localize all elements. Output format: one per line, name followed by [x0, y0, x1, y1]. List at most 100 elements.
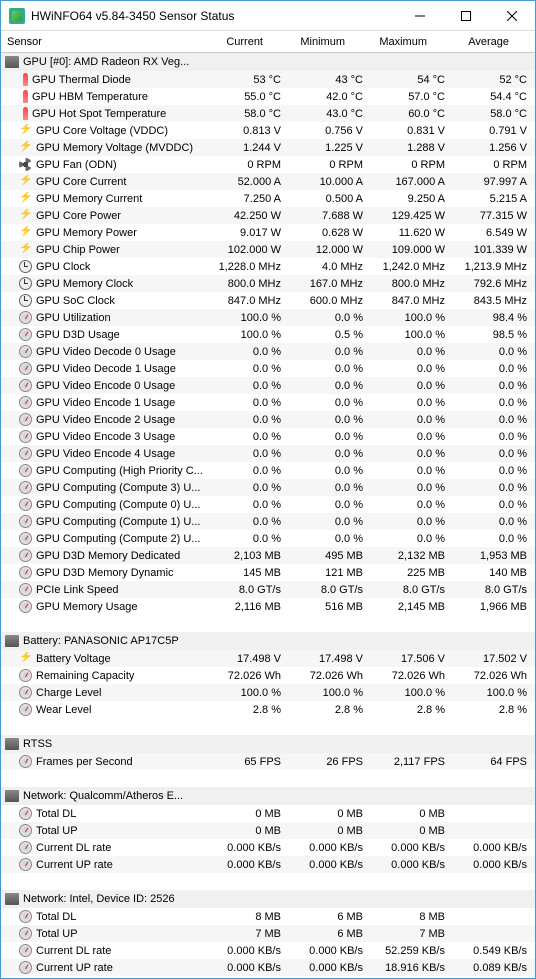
- sensor-list[interactable]: GPU [#0]: AMD Radeon RX Veg...GPU Therma…: [1, 53, 535, 977]
- sensor-row[interactable]: GPU D3D Memory Dedicated2,103 MB495 MB2,…: [1, 547, 535, 564]
- sensor-row[interactable]: GPU Thermal Diode53 °C43 °C54 °C52 °C: [1, 71, 535, 88]
- dash-icon: [19, 910, 32, 923]
- value-average: 0.791 V: [453, 125, 535, 137]
- sensor-row[interactable]: GPU Video Encode 0 Usage0.0 %0.0 %0.0 %0…: [1, 377, 535, 394]
- value-minimum: 0.0 %: [289, 380, 371, 392]
- value-maximum: 1,242.0 MHz: [371, 261, 453, 273]
- sensor-row[interactable]: GPU Computing (Compute 1) U...0.0 %0.0 %…: [1, 513, 535, 530]
- sensor-label: GPU Video Decode 1 Usage: [36, 363, 176, 375]
- sensor-row[interactable]: GPU Utilization100.0 %0.0 %100.0 %98.4 %: [1, 309, 535, 326]
- sensor-row[interactable]: GPU Memory Voltage (MVDDC)1.244 V1.225 V…: [1, 139, 535, 156]
- sensor-row[interactable]: GPU Computing (High Priority C...0.0 %0.…: [1, 462, 535, 479]
- sensor-row[interactable]: GPU Chip Power102.000 W12.000 W109.000 W…: [1, 241, 535, 258]
- dash-icon: [19, 686, 32, 699]
- sensor-row[interactable]: Total DL0 MB0 MB0 MB: [1, 805, 535, 822]
- value-maximum: 0.0 %: [371, 499, 453, 511]
- value-current: 100.0 %: [207, 329, 289, 341]
- value-current: 42.250 W: [207, 210, 289, 222]
- sensor-row[interactable]: GPU Core Voltage (VDDC)0.813 V0.756 V0.8…: [1, 122, 535, 139]
- col-average[interactable]: Average: [435, 36, 517, 48]
- sensor-row[interactable]: GPU Core Current52.000 A10.000 A167.000 …: [1, 173, 535, 190]
- value-current: 0.0 %: [207, 397, 289, 409]
- col-minimum[interactable]: Minimum: [271, 36, 353, 48]
- sensor-row[interactable]: GPU Hot Spot Temperature58.0 °C43.0 °C60…: [1, 105, 535, 122]
- col-sensor[interactable]: Sensor: [1, 36, 189, 48]
- sensor-row[interactable]: GPU Computing (Compute 2) U...0.0 %0.0 %…: [1, 530, 535, 547]
- fan-icon: [19, 158, 32, 171]
- value-current: 1.244 V: [207, 142, 289, 154]
- value-current: 58.0 °C: [207, 108, 289, 120]
- sensor-row[interactable]: GPU Memory Usage2,116 MB516 MB2,145 MB1,…: [1, 598, 535, 615]
- value-maximum: 2,145 MB: [371, 601, 453, 613]
- sensor-row[interactable]: GPU Memory Current7.250 A0.500 A9.250 A5…: [1, 190, 535, 207]
- sensor-row[interactable]: Current DL rate0.000 KB/s0.000 KB/s0.000…: [1, 839, 535, 856]
- value-minimum: 17.498 V: [289, 653, 371, 665]
- sensor-row[interactable]: GPU D3D Usage100.0 %0.5 %100.0 %98.5 %: [1, 326, 535, 343]
- value-current: 55.0 °C: [207, 91, 289, 103]
- sensor-row[interactable]: Remaining Capacity72.026 Wh72.026 Wh72.0…: [1, 667, 535, 684]
- value-minimum: 495 MB: [289, 550, 371, 562]
- value-average: 52 °C: [453, 74, 535, 86]
- maximize-button[interactable]: [443, 1, 489, 30]
- sensor-row[interactable]: GPU SoC Clock847.0 MHz600.0 MHz847.0 MHz…: [1, 292, 535, 309]
- group-header[interactable]: Network: Intel, Device ID: 2526: [1, 890, 535, 908]
- sensor-row[interactable]: Total UP7 MB6 MB7 MB: [1, 925, 535, 942]
- close-button[interactable]: [489, 1, 535, 30]
- sensor-row[interactable]: Charge Level100.0 %100.0 %100.0 %100.0 %: [1, 684, 535, 701]
- column-headers[interactable]: Sensor Current Minimum Maximum Average: [1, 31, 535, 53]
- sensor-row[interactable]: GPU Computing (Compute 3) U...0.0 %0.0 %…: [1, 479, 535, 496]
- sensor-row[interactable]: GPU Memory Power9.017 W0.628 W11.620 W6.…: [1, 224, 535, 241]
- value-current: 7.250 A: [207, 193, 289, 205]
- sensor-row[interactable]: GPU Video Decode 0 Usage0.0 %0.0 %0.0 %0…: [1, 343, 535, 360]
- titlebar[interactable]: HWiNFO64 v5.84-3450 Sensor Status: [1, 1, 535, 31]
- group-header[interactable]: GPU [#0]: AMD Radeon RX Veg...: [1, 53, 535, 71]
- value-minimum: 0.628 W: [289, 227, 371, 239]
- group-header[interactable]: Network: Qualcomm/Atheros E...: [1, 787, 535, 805]
- sensor-row[interactable]: GPU D3D Memory Dynamic145 MB121 MB225 MB…: [1, 564, 535, 581]
- sensor-row[interactable]: GPU Video Encode 2 Usage0.0 %0.0 %0.0 %0…: [1, 411, 535, 428]
- col-maximum[interactable]: Maximum: [353, 36, 435, 48]
- sensor-row[interactable]: Current UP rate0.000 KB/s0.000 KB/s18.91…: [1, 959, 535, 976]
- sensor-row[interactable]: GPU Core Power42.250 W7.688 W129.425 W77…: [1, 207, 535, 224]
- group-header[interactable]: RTSS: [1, 735, 535, 753]
- sensor-row[interactable]: GPU Fan (ODN)0 RPM0 RPM0 RPM0 RPM: [1, 156, 535, 173]
- sensor-row[interactable]: GPU HBM Temperature55.0 °C42.0 °C57.0 °C…: [1, 88, 535, 105]
- sensor-label: GPU Computing (Compute 2) U...: [36, 533, 200, 545]
- value-minimum: 6 MB: [289, 911, 371, 923]
- sensor-label: GPU Video Encode 1 Usage: [36, 397, 175, 409]
- value-maximum: 17.506 V: [371, 653, 453, 665]
- sensor-row[interactable]: Frames per Second65 FPS26 FPS2,117 FPS64…: [1, 753, 535, 770]
- sensor-row[interactable]: GPU Video Decode 1 Usage0.0 %0.0 %0.0 %0…: [1, 360, 535, 377]
- col-current[interactable]: Current: [189, 36, 271, 48]
- sensor-row[interactable]: Total DL8 MB6 MB8 MB: [1, 908, 535, 925]
- sensor-row[interactable]: Current DL rate0.000 KB/s0.000 KB/s52.25…: [1, 942, 535, 959]
- dash-icon: [19, 703, 32, 716]
- sensor-label: GPU Computing (High Priority C...: [36, 465, 203, 477]
- minimize-button[interactable]: [397, 1, 443, 30]
- value-minimum: 0.000 KB/s: [289, 962, 371, 974]
- sensor-row[interactable]: Wear Level2.8 %2.8 %2.8 %2.8 %: [1, 701, 535, 718]
- value-average: 6.549 W: [453, 227, 535, 239]
- sensor-row[interactable]: GPU Computing (Compute 0) U...0.0 %0.0 %…: [1, 496, 535, 513]
- sensor-row[interactable]: GPU Memory Clock800.0 MHz167.0 MHz800.0 …: [1, 275, 535, 292]
- value-current: 2.8 %: [207, 704, 289, 716]
- value-minimum: 12.000 W: [289, 244, 371, 256]
- value-minimum: 0.0 %: [289, 346, 371, 358]
- sensor-row[interactable]: Battery Voltage17.498 V17.498 V17.506 V1…: [1, 650, 535, 667]
- sensor-row[interactable]: Current UP rate0.000 KB/s0.000 KB/s0.000…: [1, 856, 535, 873]
- sensor-row[interactable]: GPU Clock1,228.0 MHz4.0 MHz1,242.0 MHz1,…: [1, 258, 535, 275]
- value-average: 792.6 MHz: [453, 278, 535, 290]
- dash-icon: [19, 515, 32, 528]
- sensor-row[interactable]: GPU Video Encode 1 Usage0.0 %0.0 %0.0 %0…: [1, 394, 535, 411]
- value-current: 0.0 %: [207, 431, 289, 443]
- dash-icon: [19, 807, 32, 820]
- sensor-row[interactable]: PCIe Link Speed8.0 GT/s8.0 GT/s8.0 GT/s8…: [1, 581, 535, 598]
- sensor-row[interactable]: GPU Video Encode 4 Usage0.0 %0.0 %0.0 %0…: [1, 445, 535, 462]
- value-minimum: 0.000 KB/s: [289, 842, 371, 854]
- sensor-row[interactable]: Total UP0 MB0 MB0 MB: [1, 822, 535, 839]
- value-minimum: 10.000 A: [289, 176, 371, 188]
- group-header[interactable]: Battery: PANASONIC AP17C5P: [1, 632, 535, 650]
- value-minimum: 0.0 %: [289, 397, 371, 409]
- sensor-row[interactable]: GPU Video Encode 3 Usage0.0 %0.0 %0.0 %0…: [1, 428, 535, 445]
- value-average: 843.5 MHz: [453, 295, 535, 307]
